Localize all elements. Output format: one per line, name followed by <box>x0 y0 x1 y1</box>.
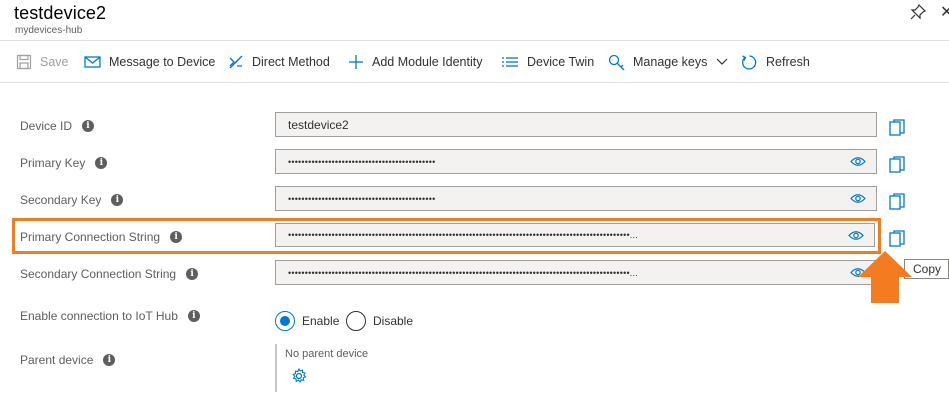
pin-icon[interactable] <box>910 4 926 20</box>
secondary-connection-string-label: Secondary Connection String i <box>20 267 199 281</box>
add-module-identity-label: Add Module Identity <box>372 55 483 69</box>
iot-hub-connection-label: Enable connection to IoT Hub i <box>20 309 200 323</box>
key-icon <box>608 54 625 70</box>
secondary-key-label-text: Secondary Key <box>20 193 102 207</box>
message-to-device-button[interactable]: Message to Device <box>84 41 215 83</box>
info-icon[interactable]: i <box>111 194 124 206</box>
primary-connection-string-field[interactable]: ••••••••••••••••••••••••••••••••••••••••… <box>275 223 875 247</box>
close-icon[interactable]: ✕ <box>940 2 949 22</box>
direct-method-icon <box>229 55 243 69</box>
primary-key-label: Primary Key i <box>20 156 108 170</box>
save-icon <box>16 54 32 70</box>
gear-icon[interactable] <box>291 368 307 384</box>
chevron-down-icon <box>716 58 728 65</box>
device-twin-button[interactable]: Device Twin <box>501 41 594 83</box>
primary-key-label-text: Primary Key <box>20 156 86 170</box>
refresh-button[interactable]: Refresh <box>741 41 810 83</box>
info-icon[interactable]: i <box>170 231 183 243</box>
parent-device-label-text: Parent device <box>20 353 94 367</box>
secondary-connection-string-label-text: Secondary Connection String <box>20 267 177 281</box>
device-id-field[interactable]: testdevice2 <box>275 112 877 137</box>
device-id-label-text: Device ID <box>20 119 73 133</box>
iot-hub-connection-label-text: Enable connection to IoT Hub <box>20 309 178 323</box>
info-icon[interactable]: i <box>186 268 199 280</box>
copy-icon[interactable] <box>889 119 905 137</box>
secondary-key-label: Secondary Key i <box>20 193 124 207</box>
save-label: Save <box>40 55 69 69</box>
primary-connection-string-label-text: Primary Connection String <box>20 230 161 244</box>
device-twin-label: Device Twin <box>527 55 595 69</box>
secondary-key-value: ••••••••••••••••••••••••••••••••••••••••… <box>288 193 436 204</box>
radio-selected-icon <box>275 311 295 331</box>
primary-key-field[interactable]: ••••••••••••••••••••••••••••••••••••••••… <box>275 149 877 174</box>
info-icon[interactable]: i <box>82 120 95 132</box>
command-bar: Save Message to Device Direct Method Add… <box>0 40 949 83</box>
add-module-identity-button[interactable]: Add Module Identity <box>348 41 483 83</box>
primary-connection-string-label: Primary Connection String i <box>20 230 183 244</box>
info-icon[interactable]: i <box>187 310 200 322</box>
parent-device-value: No parent device <box>285 348 369 360</box>
refresh-icon <box>742 54 757 70</box>
info-icon[interactable]: i <box>103 354 116 366</box>
device-id-value: testdevice2 <box>288 117 349 132</box>
manage-keys-label: Manage keys <box>633 55 708 69</box>
secondary-connection-string-field[interactable]: ••••••••••••••••••••••••••••••••••••••••… <box>275 260 877 285</box>
copy-icon[interactable] <box>889 156 905 174</box>
mail-icon <box>84 56 101 68</box>
parent-device-label: Parent device i <box>20 353 116 367</box>
secondary-connection-string-value: ••••••••••••••••••••••••••••••••••••••••… <box>288 267 638 278</box>
refresh-label: Refresh <box>766 55 810 69</box>
eye-icon[interactable] <box>848 230 864 241</box>
page-subtitle: mydevices-hub <box>15 25 83 36</box>
list-icon <box>502 57 518 67</box>
save-button[interactable]: Save <box>16 41 69 83</box>
radio-unselected-icon <box>346 311 366 331</box>
plus-icon <box>349 55 363 69</box>
disable-radio[interactable]: Disable <box>346 311 413 331</box>
secondary-key-field[interactable]: ••••••••••••••••••••••••••••••••••••••••… <box>275 186 877 211</box>
parent-device-box: No parent device <box>275 344 475 392</box>
enable-label: Enable <box>302 314 340 328</box>
page-title: testdevice2 <box>14 3 107 23</box>
info-icon[interactable]: i <box>95 157 108 169</box>
eye-icon[interactable] <box>850 156 866 167</box>
enable-radio[interactable]: Enable <box>275 311 339 331</box>
eye-icon[interactable] <box>850 193 866 204</box>
direct-method-button[interactable]: Direct Method <box>228 41 330 83</box>
device-id-label: Device ID i <box>20 119 95 133</box>
arrow-up-icon <box>858 251 912 303</box>
direct-method-label: Direct Method <box>252 55 330 69</box>
copy-icon[interactable] <box>889 230 905 248</box>
primary-connection-string-value: ••••••••••••••••••••••••••••••••••••••••… <box>288 230 638 240</box>
message-to-device-label: Message to Device <box>109 55 216 69</box>
copy-icon[interactable] <box>889 193 905 211</box>
manage-keys-dropdown[interactable]: Manage keys <box>608 41 736 83</box>
primary-key-value: ••••••••••••••••••••••••••••••••••••••••… <box>288 156 436 167</box>
disable-label: Disable <box>373 314 414 328</box>
